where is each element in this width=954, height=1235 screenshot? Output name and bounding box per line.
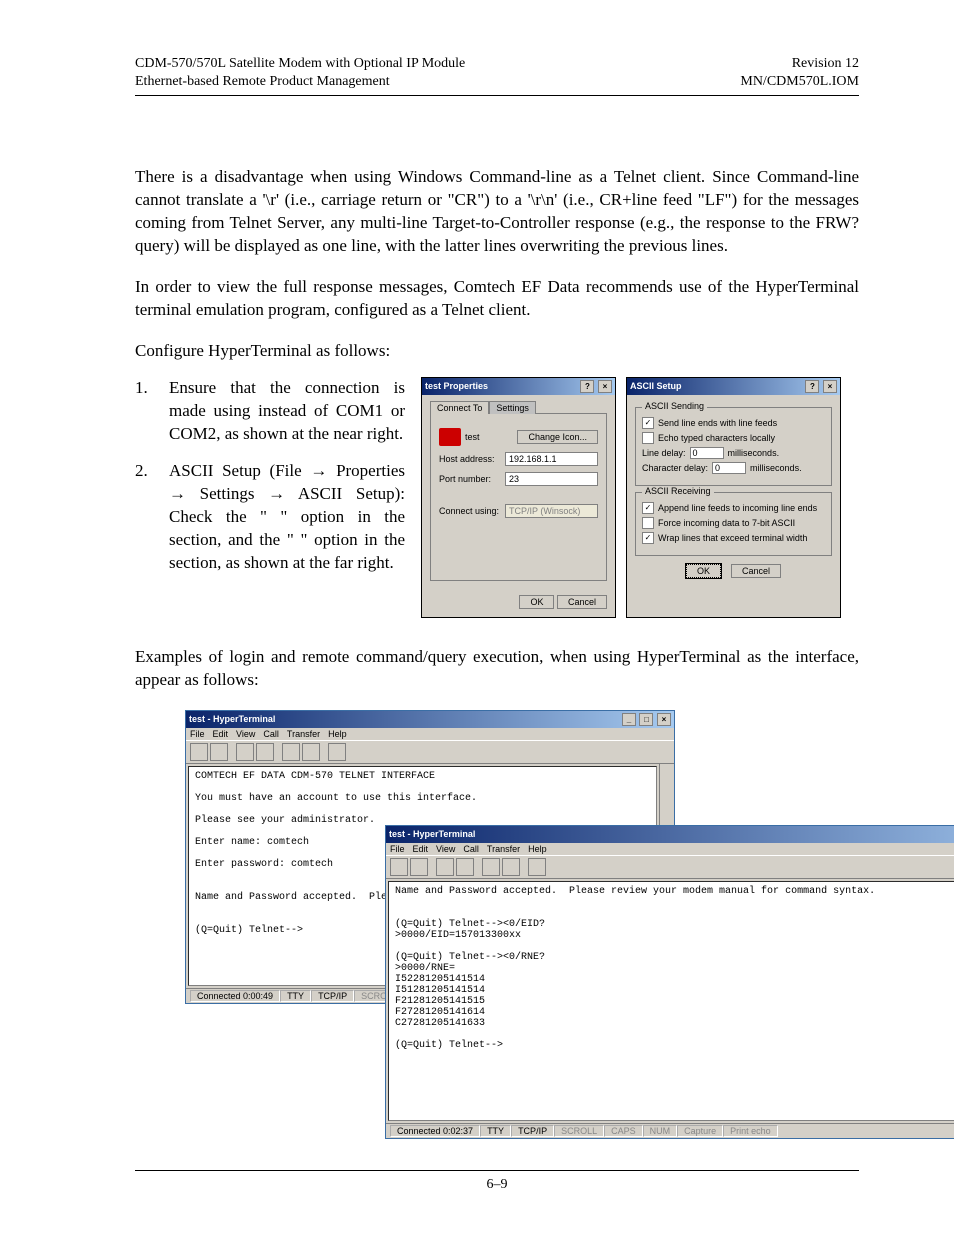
window-hyperterminal-2: test - HyperTerminal _ □ × File Edit Vie… xyxy=(385,825,954,1139)
toolbar-button[interactable] xyxy=(256,743,274,761)
help-icon[interactable]: ? xyxy=(580,380,594,393)
minimize-icon[interactable]: _ xyxy=(622,713,636,726)
connection-name: test xyxy=(465,432,480,442)
label-send-line-ends: Send line ends with line feeds xyxy=(658,418,777,428)
menu-transfer[interactable]: Transfer xyxy=(487,844,520,854)
ok-button[interactable]: OK xyxy=(686,564,721,578)
status-proto: TCP/IP xyxy=(311,990,354,1002)
toolbar-button[interactable] xyxy=(436,858,454,876)
header-left1: CDM-570/570L Satellite Modem with Option… xyxy=(135,55,465,73)
menu-call[interactable]: Call xyxy=(463,844,479,854)
label-append: Append line feeds to incoming line ends xyxy=(658,503,817,513)
toolbar-button[interactable] xyxy=(482,858,500,876)
label-echo: Echo typed characters locally xyxy=(658,433,775,443)
maximize-icon[interactable]: □ xyxy=(639,713,653,726)
checkbox-send-line-ends[interactable] xyxy=(642,417,654,429)
help-icon[interactable]: ? xyxy=(805,380,819,393)
list-text-2: ASCII Setup (File → Properties → Setting… xyxy=(169,460,405,575)
toolbar-button[interactable] xyxy=(390,858,408,876)
header-left2: Ethernet-based Remote Product Management xyxy=(135,73,465,91)
change-icon-button[interactable]: Change Icon... xyxy=(517,430,598,444)
tab-connect-to[interactable]: Connect To xyxy=(430,401,489,414)
port-number-input[interactable]: 23 xyxy=(505,472,598,486)
window-title: test - HyperTerminal xyxy=(389,829,475,839)
menu-transfer[interactable]: Transfer xyxy=(287,729,320,739)
header-right1: Revision 12 xyxy=(740,55,859,73)
close-icon[interactable]: × xyxy=(598,380,612,393)
status-caps: CAPS xyxy=(604,1125,643,1137)
menu-view[interactable]: View xyxy=(236,729,255,739)
host-address-input[interactable]: 192.168.1.1 xyxy=(505,452,598,466)
label-wrap: Wrap lines that exceed terminal width xyxy=(658,533,807,543)
char-delay-label: Character delay: xyxy=(642,463,708,473)
dialog-title: test Properties xyxy=(425,381,488,391)
toolbar-button[interactable] xyxy=(210,743,228,761)
window-title: test - HyperTerminal xyxy=(189,714,275,724)
char-delay-unit: milliseconds. xyxy=(750,463,802,473)
menu-file[interactable]: File xyxy=(190,729,205,739)
paragraph-2: In order to view the full response messa… xyxy=(135,276,859,322)
menu-view[interactable]: View xyxy=(436,844,455,854)
status-connected: Connected 0:00:49 xyxy=(190,990,280,1002)
tab-settings[interactable]: Settings xyxy=(489,401,536,414)
header-right2: MN/CDM570L.IOM xyxy=(740,73,859,91)
page-footer: 6–9 xyxy=(135,1170,859,1193)
menu-help[interactable]: Help xyxy=(328,729,347,739)
list-number-2: 2. xyxy=(135,460,169,575)
menu-call[interactable]: Call xyxy=(263,729,279,739)
toolbar-button[interactable] xyxy=(502,858,520,876)
dialog-title: ASCII Setup xyxy=(630,381,682,391)
checkbox-wrap[interactable] xyxy=(642,532,654,544)
status-tty: TTY xyxy=(280,990,311,1002)
status-proto: TCP/IP xyxy=(511,1125,554,1137)
paragraph-3: Configure HyperTerminal as follows: xyxy=(135,340,859,363)
paragraph-1: There is a disadvantage when using Windo… xyxy=(135,166,859,258)
phone-icon xyxy=(439,428,461,446)
dialog-test-properties: test Properties ? × Connect To Settings xyxy=(421,377,616,618)
dialog-ascii-setup: ASCII Setup ? × ASCII Sending Send line … xyxy=(626,377,841,618)
toolbar-button[interactable] xyxy=(328,743,346,761)
toolbar-button[interactable] xyxy=(528,858,546,876)
toolbar-button[interactable] xyxy=(456,858,474,876)
line-delay-input[interactable]: 0 xyxy=(690,447,724,459)
group-ascii-receiving: ASCII Receiving xyxy=(642,486,714,496)
toolbar-button[interactable] xyxy=(410,858,428,876)
status-connected: Connected 0:02:37 xyxy=(390,1125,480,1137)
menu-file[interactable]: File xyxy=(390,844,405,854)
checkbox-append[interactable] xyxy=(642,502,654,514)
list-text-1: Ensure that the connection is made using… xyxy=(169,377,405,446)
status-capture: Capture xyxy=(677,1125,723,1137)
status-tty: TTY xyxy=(480,1125,511,1137)
port-number-label: Port number: xyxy=(439,474,501,484)
label-force7: Force incoming data to 7-bit ASCII xyxy=(658,518,795,528)
host-address-label: Host address: xyxy=(439,454,501,464)
status-num: NUM xyxy=(643,1125,678,1137)
toolbar-button[interactable] xyxy=(190,743,208,761)
paragraph-4: Examples of login and remote command/que… xyxy=(135,646,859,692)
connect-using-label: Connect using: xyxy=(439,506,501,516)
checkbox-force7[interactable] xyxy=(642,517,654,529)
checkbox-echo[interactable] xyxy=(642,432,654,444)
connect-using-select[interactable]: TCP/IP (Winsock) xyxy=(505,504,598,518)
close-icon[interactable]: × xyxy=(823,380,837,393)
menu-edit[interactable]: Edit xyxy=(213,729,229,739)
menu-help[interactable]: Help xyxy=(528,844,547,854)
status-echo: Print echo xyxy=(723,1125,778,1137)
line-delay-label: Line delay: xyxy=(642,448,686,458)
terminal-output[interactable]: Name and Password accepted. Please revie… xyxy=(388,881,954,1121)
toolbar-button[interactable] xyxy=(236,743,254,761)
close-icon[interactable]: × xyxy=(657,713,671,726)
cancel-button[interactable]: Cancel xyxy=(731,564,781,578)
page-header: CDM-570/570L Satellite Modem with Option… xyxy=(135,55,859,96)
line-delay-unit: milliseconds. xyxy=(728,448,780,458)
cancel-button[interactable]: Cancel xyxy=(557,595,607,609)
toolbar-button[interactable] xyxy=(282,743,300,761)
group-ascii-sending: ASCII Sending xyxy=(642,401,707,411)
status-scroll: SCROLL xyxy=(554,1125,604,1137)
char-delay-input[interactable]: 0 xyxy=(712,462,746,474)
toolbar-button[interactable] xyxy=(302,743,320,761)
list-number-1: 1. xyxy=(135,377,169,446)
ok-button[interactable]: OK xyxy=(519,595,554,609)
menu-edit[interactable]: Edit xyxy=(413,844,429,854)
